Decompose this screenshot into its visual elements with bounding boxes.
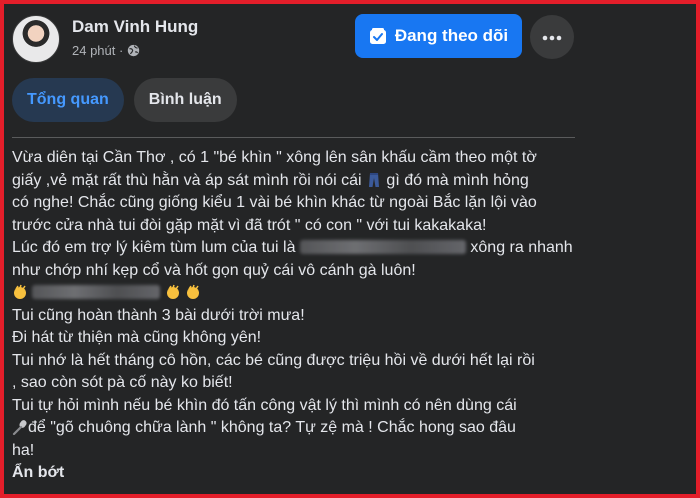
post-line: Đi hát từ thiện mà cũng không yên! [12, 329, 262, 346]
blurred-name [299, 240, 466, 254]
following-button[interactable]: Đang theo dõi [355, 14, 522, 58]
post-line-emoji [12, 282, 567, 305]
clap-emoji-icon [165, 284, 181, 300]
post-line: Tui cũng hoàn thành 3 bài dưới trời mưa! [12, 306, 305, 324]
post-line: như chớp nhí kẹp cổ và hốt gọn quỷ cái v… [12, 261, 416, 279]
blurred-text [32, 285, 161, 299]
following-label: Đang theo dõi [394, 26, 509, 45]
post-time[interactable]: 24 phút · [72, 43, 123, 58]
post-body: Vừa diên tại Cần Thơ , có 1 "bé khìn " x… [12, 147, 573, 485]
post-line: Vừa diên tại Cần Thơ , có 1 "bé khìn " x… [12, 149, 537, 166]
more-icon [542, 28, 562, 46]
post-text: giấy ,vẻ mặt rất thù hằn và áp sát mình … [12, 171, 362, 189]
post-line: Lúc đó em trợ lý kiêm tùm lum của tui là… [12, 237, 573, 260]
post-text: gì đó mà mình hỏng [386, 171, 529, 189]
microphone-emoji-icon [12, 419, 28, 436]
author-name[interactable]: Dam Vinh Hung [72, 17, 198, 37]
clap-emoji-icon [12, 284, 28, 300]
post-text: xông ra nhanh [470, 239, 573, 256]
tab-overview[interactable]: Tổng quan [12, 78, 124, 122]
post-line: ha! [12, 441, 35, 459]
more-options-button[interactable] [530, 15, 574, 59]
tab-comments[interactable]: Bình luận [133, 78, 237, 122]
post-line: trước cửa nhà tui đòi gặp mặt vì đã trót… [12, 216, 487, 234]
clap-emoji-icon [185, 284, 201, 300]
post-line: giấy ,vẻ mặt rất thù hằn và áp sát mình … [12, 170, 567, 193]
divider [12, 137, 575, 138]
post-header: Dam Vinh Hung 24 phút · Đang theo dõi [12, 12, 688, 68]
post-line: Tui nhớ là hết tháng cô hồn, các bé cũng… [12, 351, 535, 369]
author-avatar[interactable] [12, 15, 60, 63]
jeans-emoji-icon [366, 172, 382, 188]
post-tabs: Tổng quan Bình luận [12, 78, 237, 122]
post-line: để "gõ chuông chữa lành " không ta? Tự z… [12, 417, 567, 440]
post-line: có nghe! Chắc cũng giống kiểu 1 vài bé k… [12, 194, 537, 211]
follow-check-icon [369, 27, 387, 45]
post-line: , sao còn sót pà cố này ko biết! [12, 374, 233, 391]
post-line: Tui tự hỏi mình nếu bé khìn đó tấn công … [12, 396, 517, 414]
globe-icon [127, 44, 140, 57]
post-text: để "gõ chuông chữa lành " không ta? Tự z… [28, 419, 516, 436]
post-text: Lúc đó em trợ lý kiêm tùm lum của tui là [12, 239, 296, 256]
see-less-link[interactable]: Ẩn bớt [12, 462, 567, 485]
post-meta: 24 phút · [72, 43, 140, 58]
